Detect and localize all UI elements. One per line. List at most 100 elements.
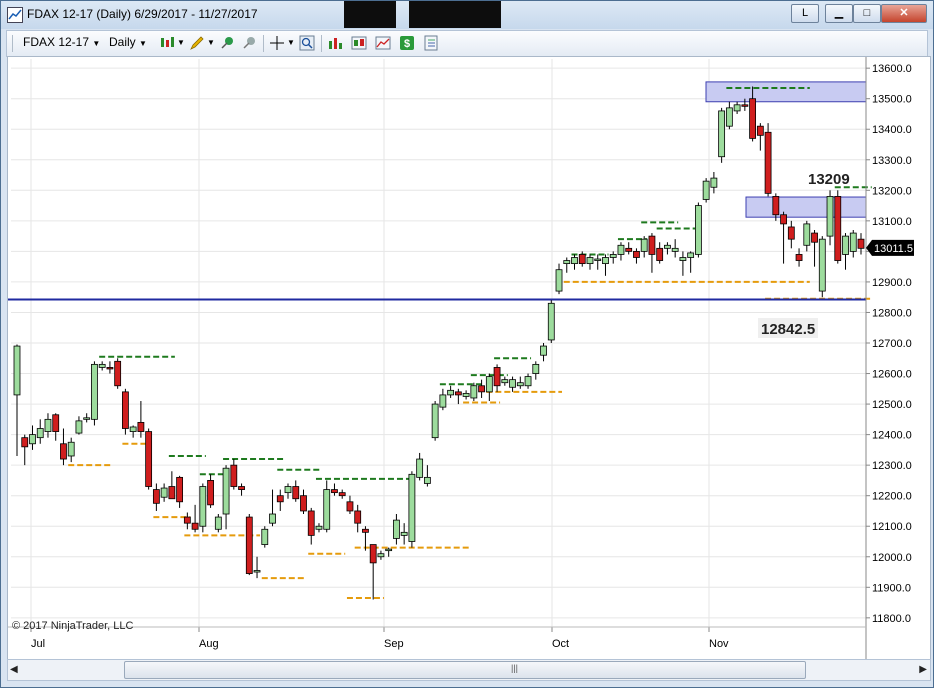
supply-zone [745,196,867,218]
interval-selector[interactable]: Daily ▼ [109,35,147,49]
candle-body [393,519,400,539]
candle-body [447,389,455,396]
candle [168,471,176,500]
candle-body [756,125,764,136]
y-tick-label: 11800.0 [872,613,911,625]
app-chart-icon [7,7,23,23]
candle-body [431,403,439,439]
pencil-draw-icon[interactable] [189,35,205,51]
candle [393,514,400,545]
candle-body [633,250,640,258]
y-tick-label: 12400.0 [872,430,912,442]
candle-body [648,235,656,255]
candle-body [67,441,75,457]
candle-body [547,302,555,341]
bar-chart-icon[interactable] [327,35,343,51]
scroll-thumb[interactable]: ||| [124,661,806,679]
l-button[interactable]: L [791,4,819,23]
candle [633,248,640,264]
pin-icon[interactable] [219,35,235,51]
candle [454,388,462,405]
candlestick-style-icon[interactable] [159,35,175,51]
candle-body [106,367,114,370]
candle-body [21,437,29,448]
properties-icon[interactable] [423,35,439,51]
y-tick-label: 13100.0 [872,216,912,228]
candle [493,364,501,392]
candle-body [230,464,238,487]
candle [52,413,60,441]
x-tick-label: Nov [709,638,729,650]
candle-body [176,476,184,503]
scroll-right-icon[interactable]: ▶ [919,664,927,675]
instrument-selector[interactable]: FDAX 12-17 ▼ [23,35,100,49]
candle [602,254,609,276]
candle-body [292,486,300,500]
y-tick-label: 12000.0 [872,552,912,564]
candle [300,489,307,515]
price-chart[interactable]: 13600.0 13500.0 13400.0 13300.0 13200.0 13100… [7,56,931,661]
candle-body [323,489,331,530]
candle [292,480,300,502]
candle-body [114,360,122,387]
candle [191,504,199,533]
candle-body [671,247,679,252]
horizontal-scrollbar[interactable]: ◀ ||| ▶ [7,659,931,681]
candle [756,123,764,151]
candle [687,251,695,273]
candle-body [269,513,276,524]
candle-body [733,104,741,112]
candle-body [129,426,137,432]
candle-body [462,392,470,397]
candle-body [369,544,377,564]
candle-body [540,345,547,356]
crosshair-icon[interactable] [269,35,285,51]
y-tick-label: 13600.0 [872,63,912,75]
dollar-icon[interactable]: $ [399,35,415,51]
candle [811,230,818,267]
chevron-down-icon[interactable]: ▼ [207,38,215,47]
candle [718,107,726,163]
candle [842,233,849,270]
candle-body [439,394,447,408]
candle [617,242,625,261]
candle-body [749,98,756,139]
candle [36,419,44,444]
close-button[interactable]: ✕ [881,4,927,23]
chevron-down-icon: ▼ [139,39,147,48]
candle-body [679,257,687,261]
candle [803,220,811,252]
toolbar-grip [12,35,13,52]
title-bar[interactable]: FDAX 12-17 (Daily) 6/29/2017 - 11/27/201… [1,1,933,29]
y-tick-label: 12300.0 [872,460,912,472]
chart-area-icon[interactable] [375,35,391,51]
candle [152,483,160,511]
candle [423,465,431,487]
y-tick-label: 12500.0 [872,399,912,411]
candle-body [516,382,524,387]
candle [485,373,493,402]
candle [408,471,416,548]
candle [656,242,664,264]
chevron-down-icon[interactable]: ▼ [177,38,185,47]
candle-body [803,223,811,246]
candle-body [811,232,818,243]
candle-body [834,196,842,261]
pin-gray-icon[interactable] [241,35,257,51]
candle-body [75,420,83,434]
zoom-icon[interactable] [299,35,315,51]
candle [13,344,21,456]
candle-body [578,254,586,265]
candle [834,190,842,264]
data-box-icon[interactable] [351,35,367,51]
candle [137,401,145,438]
candle [354,504,362,533]
chevron-down-icon[interactable]: ▼ [287,38,295,47]
minimize-button[interactable]: ▁ [825,4,853,23]
candle-body [207,480,214,506]
candle [671,239,679,258]
maximize-button[interactable]: □ [853,4,881,23]
candle-body [122,391,129,429]
scroll-left-icon[interactable]: ◀ [10,664,18,675]
chart-canvas[interactable]: 13600.0 13500.0 13400.0 13300.0 13200.0 13100… [8,57,930,660]
